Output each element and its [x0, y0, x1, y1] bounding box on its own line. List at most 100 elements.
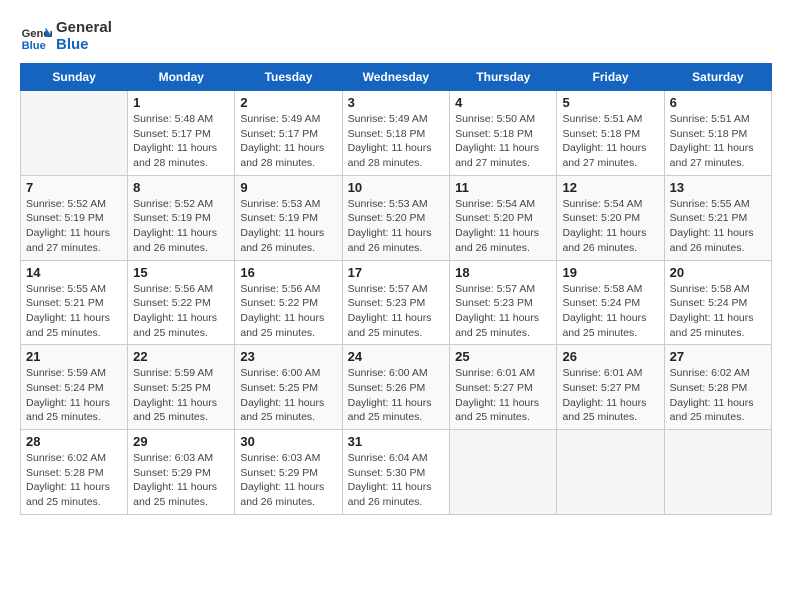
calendar-cell: 25Sunrise: 6:01 AMSunset: 5:27 PMDayligh… [450, 345, 557, 430]
day-number: 4 [455, 95, 551, 110]
day-number: 17 [348, 265, 445, 280]
day-info: Sunrise: 6:00 AMSunset: 5:26 PMDaylight:… [348, 366, 445, 425]
day-number: 7 [26, 180, 122, 195]
weekday-wednesday: Wednesday [342, 64, 450, 91]
day-info: Sunrise: 5:56 AMSunset: 5:22 PMDaylight:… [240, 282, 336, 341]
weekday-tuesday: Tuesday [235, 64, 342, 91]
calendar-cell: 30 Sunrise: 6:03 AMSunset: 5:29 PMDayligh… [235, 430, 342, 515]
day-info: Sunrise: 5:54 AMSunset: 5:20 PMDaylight:… [455, 197, 551, 256]
day-info: Sunrise: 5:55 AMSunset: 5:21 PMDaylight:… [670, 197, 766, 256]
calendar-cell: 22Sunrise: 5:59 AMSunset: 5:25 PMDayligh… [128, 345, 235, 430]
calendar-cell: 29 Sunrise: 6:03 AMSunset: 5:29 PMDayligh… [128, 430, 235, 515]
day-info: Sunrise: 6:00 AMSunset: 5:25 PMDaylight:… [240, 366, 336, 425]
calendar-header: SundayMondayTuesdayWednesdayThursdayFrid… [21, 64, 772, 91]
day-info: Sunrise: 5:49 AMSunset: 5:18 PMDaylight:… [348, 112, 445, 171]
calendar-cell: 13Sunrise: 5:55 AMSunset: 5:21 PMDayligh… [664, 175, 771, 260]
calendar-cell: 16 Sunrise: 5:56 AMSunset: 5:22 PMDayligh… [235, 260, 342, 345]
day-info: Sunrise: 6:02 AMSunset: 5:28 PMDaylight:… [26, 451, 122, 510]
day-number: 24 [348, 349, 445, 364]
day-info: Sunrise: 5:53 AMSunset: 5:19 PMDaylight:… [240, 197, 336, 256]
calendar-cell: 9 Sunrise: 5:53 AMSunset: 5:19 PMDaylight… [235, 175, 342, 260]
day-number: 29 [133, 434, 229, 449]
weekday-thursday: Thursday [450, 64, 557, 91]
day-number: 9 [240, 180, 336, 195]
day-number: 8 [133, 180, 229, 195]
day-number: 20 [670, 265, 766, 280]
day-number: 5 [562, 95, 658, 110]
day-number: 12 [562, 180, 658, 195]
calendar-cell: 5Sunrise: 5:51 AMSunset: 5:18 PMDaylight… [557, 91, 664, 176]
day-number: 18 [455, 265, 551, 280]
svg-text:Blue: Blue [22, 40, 46, 52]
calendar-cell: 1 Sunrise: 5:48 AMSunset: 5:17 PMDaylight… [128, 91, 235, 176]
day-number: 6 [670, 95, 766, 110]
day-number: 15 [133, 265, 229, 280]
week-row-5: 28 Sunrise: 6:02 AMSunset: 5:28 PMDayligh… [21, 430, 772, 515]
calendar-cell [21, 91, 128, 176]
calendar-cell: 28 Sunrise: 6:02 AMSunset: 5:28 PMDayligh… [21, 430, 128, 515]
calendar-cell: 21 Sunrise: 5:59 AMSunset: 5:24 PMDayligh… [21, 345, 128, 430]
day-number: 31 [348, 434, 445, 449]
day-info: Sunrise: 5:54 AMSunset: 5:20 PMDaylight:… [562, 197, 658, 256]
day-number: 19 [562, 265, 658, 280]
weekday-saturday: Saturday [664, 64, 771, 91]
day-info: Sunrise: 6:01 AMSunset: 5:27 PMDaylight:… [562, 366, 658, 425]
day-info: Sunrise: 5:57 AMSunset: 5:23 PMDaylight:… [455, 282, 551, 341]
day-info: Sunrise: 5:58 AMSunset: 5:24 PMDaylight:… [562, 282, 658, 341]
day-info: Sunrise: 5:50 AMSunset: 5:18 PMDaylight:… [455, 112, 551, 171]
day-number: 16 [240, 265, 336, 280]
day-number: 1 [133, 95, 229, 110]
day-info: Sunrise: 6:02 AMSunset: 5:28 PMDaylight:… [670, 366, 766, 425]
calendar-cell: 7Sunrise: 5:52 AMSunset: 5:19 PMDaylight… [21, 175, 128, 260]
calendar-cell: 23 Sunrise: 6:00 AMSunset: 5:25 PMDayligh… [235, 345, 342, 430]
day-info: Sunrise: 5:53 AMSunset: 5:20 PMDaylight:… [348, 197, 445, 256]
calendar-cell [450, 430, 557, 515]
weekday-friday: Friday [557, 64, 664, 91]
day-number: 23 [240, 349, 336, 364]
day-info: Sunrise: 6:03 AMSunset: 5:29 PMDaylight:… [240, 451, 336, 510]
calendar-cell: 24 Sunrise: 6:00 AMSunset: 5:26 PMDayligh… [342, 345, 450, 430]
week-row-3: 14 Sunrise: 5:55 AMSunset: 5:21 PMDayligh… [21, 260, 772, 345]
week-row-4: 21 Sunrise: 5:59 AMSunset: 5:24 PMDayligh… [21, 345, 772, 430]
day-number: 27 [670, 349, 766, 364]
day-info: Sunrise: 6:01 AMSunset: 5:27 PMDaylight:… [455, 366, 551, 425]
calendar-cell: 3 Sunrise: 5:49 AMSunset: 5:18 PMDaylight… [342, 91, 450, 176]
day-number: 11 [455, 180, 551, 195]
day-number: 26 [562, 349, 658, 364]
day-info: Sunrise: 5:51 AMSunset: 5:18 PMDaylight:… [670, 112, 766, 171]
week-row-2: 7 Sunrise: 5:52 AMSunset: 5:19 PMDaylight… [21, 175, 772, 260]
calendar-cell: 12 Sunrise: 5:54 AMSunset: 5:20 PMDayligh… [557, 175, 664, 260]
weekday-sunday: Sunday [21, 64, 128, 91]
day-info: Sunrise: 5:52 AMSunset: 5:19 PMDaylight:… [133, 197, 229, 256]
day-number: 30 [240, 434, 336, 449]
day-number: 2 [240, 95, 336, 110]
day-number: 14 [26, 265, 122, 280]
calendar-cell: 17 Sunrise: 5:57 AMSunset: 5:23 PMDayligh… [342, 260, 450, 345]
day-number: 3 [348, 95, 445, 110]
logo: General Blue General Blue [20, 20, 112, 53]
calendar-cell: 18 Sunrise: 5:57 AMSunset: 5:23 PMDayligh… [450, 260, 557, 345]
calendar-cell: 26 Sunrise: 6:01 AMSunset: 5:27 PMDayligh… [557, 345, 664, 430]
day-info: Sunrise: 6:03 AMSunset: 5:29 PMDaylight:… [133, 451, 229, 510]
header: General Blue General Blue [20, 20, 772, 53]
day-info: Sunrise: 5:57 AMSunset: 5:23 PMDaylight:… [348, 282, 445, 341]
day-info: Sunrise: 5:59 AMSunset: 5:25 PMDaylight:… [133, 366, 229, 425]
day-info: Sunrise: 5:48 AMSunset: 5:17 PMDaylight:… [133, 112, 229, 171]
day-info: Sunrise: 6:04 AMSunset: 5:30 PMDaylight:… [348, 451, 445, 510]
day-number: 28 [26, 434, 122, 449]
day-info: Sunrise: 5:55 AMSunset: 5:21 PMDaylight:… [26, 282, 122, 341]
calendar-cell: 10Sunrise: 5:53 AMSunset: 5:20 PMDayligh… [342, 175, 450, 260]
day-info: Sunrise: 5:59 AMSunset: 5:24 PMDaylight:… [26, 366, 122, 425]
calendar-body: 1 Sunrise: 5:48 AMSunset: 5:17 PMDaylight… [21, 91, 772, 515]
calendar-cell: 6 Sunrise: 5:51 AMSunset: 5:18 PMDaylight… [664, 91, 771, 176]
calendar-cell [664, 430, 771, 515]
calendar-cell: 14 Sunrise: 5:55 AMSunset: 5:21 PMDayligh… [21, 260, 128, 345]
day-info: Sunrise: 5:56 AMSunset: 5:22 PMDaylight:… [133, 282, 229, 341]
week-row-1: 1 Sunrise: 5:48 AMSunset: 5:17 PMDaylight… [21, 91, 772, 176]
day-number: 21 [26, 349, 122, 364]
calendar-cell: 4 Sunrise: 5:50 AMSunset: 5:18 PMDaylight… [450, 91, 557, 176]
logo-icon: General Blue [20, 21, 52, 53]
weekday-monday: Monday [128, 64, 235, 91]
day-info: Sunrise: 5:58 AMSunset: 5:24 PMDaylight:… [670, 282, 766, 341]
calendar-cell: 19 Sunrise: 5:58 AMSunset: 5:24 PMDayligh… [557, 260, 664, 345]
